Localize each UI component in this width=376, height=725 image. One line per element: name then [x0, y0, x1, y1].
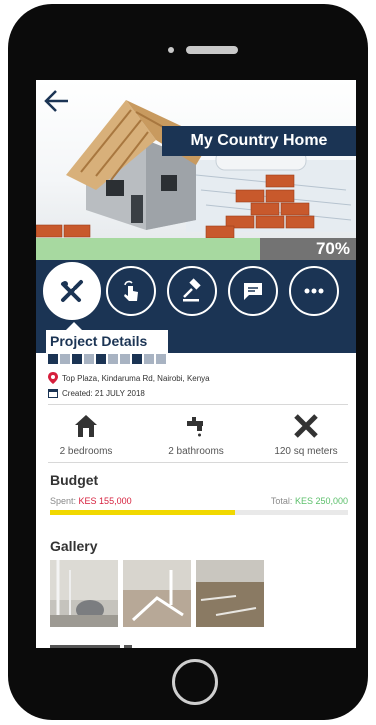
project-progress-bar: 70%	[36, 238, 356, 260]
gallery-title: Gallery	[50, 538, 98, 554]
gallery-photo[interactable]	[50, 560, 118, 627]
bedrooms-label: 2 bedrooms	[59, 446, 113, 457]
budget-title: Budget	[50, 472, 99, 488]
progress-fill	[36, 238, 260, 260]
progress-percent: 70%	[315, 239, 350, 258]
chat-icon	[244, 283, 262, 300]
next-section-heading-cut	[50, 638, 170, 648]
total-label: Total:	[270, 496, 293, 506]
tools-button[interactable]	[43, 262, 101, 320]
amenity-icon	[60, 354, 70, 364]
gavel-button[interactable]	[167, 266, 217, 316]
project-title: My Country Home	[162, 126, 356, 156]
total-group: Total: KES 250,000	[271, 496, 348, 506]
back-arrow-icon[interactable]	[42, 86, 72, 116]
spent-value: KES 155,000	[78, 496, 132, 506]
more-icon	[304, 288, 324, 294]
more-button[interactable]	[289, 266, 339, 316]
amenity-icons	[48, 354, 166, 366]
total-value: KES 250,000	[294, 496, 348, 506]
bathrooms-feature: 2 bathrooms	[146, 413, 246, 457]
created-date: Created: 21 JULY 2018	[62, 388, 145, 398]
house-construction-image	[36, 100, 356, 239]
tab-pointer	[66, 322, 82, 330]
spent-label: Spent:	[50, 496, 77, 506]
location-row: Top Plaza, Kindaruma Rd, Nairobi, Kenya	[48, 372, 210, 384]
amenity-icon	[84, 354, 94, 364]
chat-button[interactable]	[228, 266, 278, 316]
speaker-grille	[186, 46, 238, 54]
tap-button[interactable]	[106, 266, 156, 316]
created-row: Created: 21 JULY 2018	[48, 388, 145, 398]
amenity-icon	[72, 354, 82, 364]
bathrooms-label: 2 bathrooms	[168, 446, 224, 457]
gallery-photo[interactable]	[196, 560, 264, 627]
camera-dot	[168, 47, 174, 53]
home-button[interactable]	[172, 659, 218, 705]
location-text: Top Plaza, Kindaruma Rd, Nairobi, Kenya	[62, 373, 210, 383]
area-feature: 120 sq meters	[256, 413, 356, 457]
map-pin-icon	[48, 372, 58, 384]
photo-gallery	[50, 560, 264, 627]
amenity-icon	[156, 354, 166, 364]
amenity-icon	[48, 354, 58, 364]
house-icon	[75, 415, 97, 437]
amenity-icon	[132, 354, 142, 364]
amenity-icon	[120, 354, 130, 364]
project-action-bar: Project Details	[36, 260, 356, 353]
gallery-photo[interactable]	[123, 560, 191, 627]
amenity-icon	[108, 354, 118, 364]
ruler-pencil-icon	[294, 414, 318, 438]
amenity-icon	[144, 354, 154, 364]
divider	[48, 462, 348, 463]
divider	[48, 404, 348, 405]
project-hero: My Country Home 70%	[36, 80, 356, 260]
app-screen: My Country Home 70% Project Details Top …	[36, 80, 356, 648]
budget-summary: Spent: KES 155,000 Total: KES 250,000	[50, 496, 348, 506]
calendar-icon	[48, 389, 58, 398]
amenity-icon	[96, 354, 106, 364]
gavel-icon	[183, 278, 201, 302]
budget-progress-fill	[50, 510, 235, 515]
tab-project-details[interactable]: Project Details	[46, 330, 168, 353]
hand-tap-icon	[124, 280, 138, 301]
area-label: 120 sq meters	[274, 446, 338, 457]
bedrooms-feature: 2 bedrooms	[36, 413, 136, 457]
budget-progress-bar	[50, 510, 348, 515]
tools-icon	[61, 280, 83, 302]
faucet-icon	[187, 417, 203, 437]
